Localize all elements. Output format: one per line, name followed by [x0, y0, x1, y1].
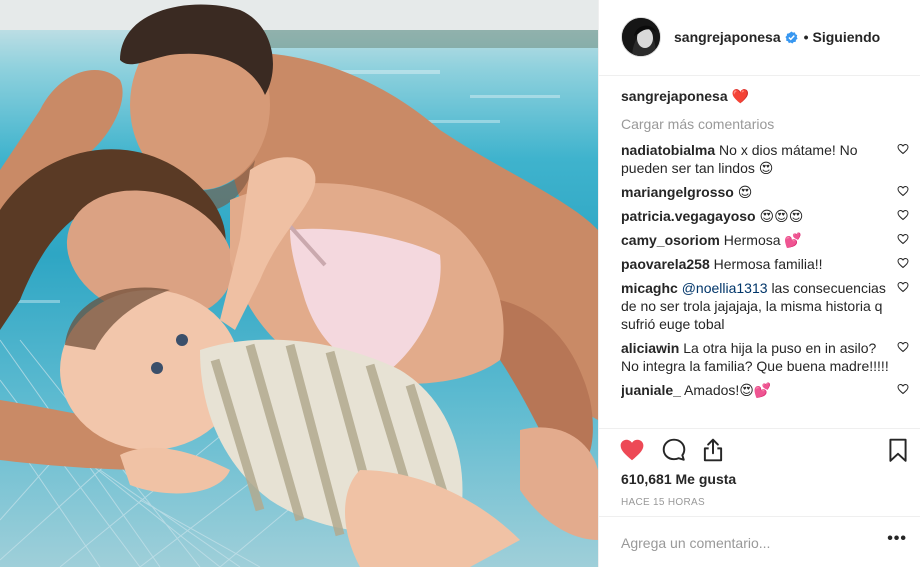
- post-caption: sangrejaponesa ❤️: [621, 87, 917, 109]
- heart-outline-icon[interactable]: [897, 257, 909, 269]
- author-username[interactable]: sangrejaponesa: [674, 29, 781, 45]
- post-timestamp[interactable]: HACE 15 HORAS: [621, 497, 705, 508]
- comment-username[interactable]: mariangelgrosso: [621, 184, 734, 200]
- heart-outline-icon[interactable]: [897, 143, 909, 155]
- header-user-line: sangrejaponesa • Siguiendo: [674, 28, 880, 46]
- comment-username[interactable]: camy_osoriom: [621, 232, 720, 248]
- comment-username[interactable]: micaghc: [621, 280, 678, 296]
- post-sidebar: sangrejaponesa • Siguiendo sangrejapones…: [598, 0, 920, 567]
- comment-item: micaghc @noellia1313 las consecuencias d…: [621, 279, 917, 333]
- heart-outline-icon[interactable]: [897, 341, 909, 353]
- share-icon[interactable]: [700, 437, 726, 463]
- comment-username[interactable]: juaniale_: [621, 382, 681, 398]
- avatar-image: [622, 18, 660, 56]
- heart-outline-icon[interactable]: [897, 185, 909, 197]
- caption-text: ❤️: [731, 88, 749, 104]
- comment-username[interactable]: paovarela258: [621, 256, 710, 272]
- heart-outline-icon[interactable]: [897, 209, 909, 221]
- comment-item: patricia.vegagayoso 😍😍😍: [621, 207, 917, 225]
- comment-item: paovarela258 Hermosa familia!!: [621, 255, 917, 273]
- profile-avatar[interactable]: [621, 17, 661, 57]
- post-header: sangrejaponesa • Siguiendo: [599, 0, 920, 76]
- comment-item: nadiatobialma No x dios mátame! No puede…: [621, 141, 917, 177]
- comment-username[interactable]: patricia.vegagayoso: [621, 208, 756, 224]
- comment-username[interactable]: nadiatobialma: [621, 142, 715, 158]
- comment-icon[interactable]: [661, 437, 687, 463]
- comment-text: 😍: [737, 184, 753, 200]
- comment-mention-link[interactable]: @noellia1313: [682, 280, 768, 296]
- more-options-button[interactable]: •••: [887, 530, 907, 548]
- comments-list[interactable]: sangrejaponesa ❤️ Cargar más comentarios…: [621, 87, 917, 427]
- comment-text: Hermosa 💕: [723, 232, 802, 248]
- comment-text: 😍😍😍: [759, 208, 804, 224]
- comment-username[interactable]: aliciawin: [621, 340, 679, 356]
- heart-filled-icon[interactable]: [619, 437, 645, 463]
- heart-outline-icon[interactable]: [897, 383, 909, 395]
- comment-item: aliciawin La otra hija la puso en in asi…: [621, 339, 917, 375]
- family-photo-image: [0, 0, 598, 567]
- bookmark-icon[interactable]: [885, 437, 911, 463]
- add-comment-bar: •••: [599, 516, 920, 567]
- following-button[interactable]: Siguiendo: [813, 29, 881, 45]
- heart-outline-icon[interactable]: [897, 233, 909, 245]
- comment-text: Hermosa familia!!: [713, 256, 823, 272]
- verified-badge-icon: [785, 30, 798, 43]
- comment-input[interactable]: [621, 533, 871, 553]
- caption-username[interactable]: sangrejaponesa: [621, 88, 728, 104]
- likes-count[interactable]: 610,681 Me gusta: [621, 471, 736, 487]
- comment-item: juaniale_ Amados!😍💕: [621, 381, 917, 399]
- comment-item: mariangelgrosso 😍: [621, 183, 917, 201]
- follow-separator: •: [803, 29, 809, 45]
- heart-outline-icon[interactable]: [897, 281, 909, 293]
- comment-text: Amados!😍💕: [684, 382, 772, 398]
- load-more-comments-button[interactable]: Cargar más comentarios: [621, 115, 917, 133]
- post-photo[interactable]: [0, 0, 598, 567]
- comment-item: camy_osoriom Hermosa 💕: [621, 231, 917, 249]
